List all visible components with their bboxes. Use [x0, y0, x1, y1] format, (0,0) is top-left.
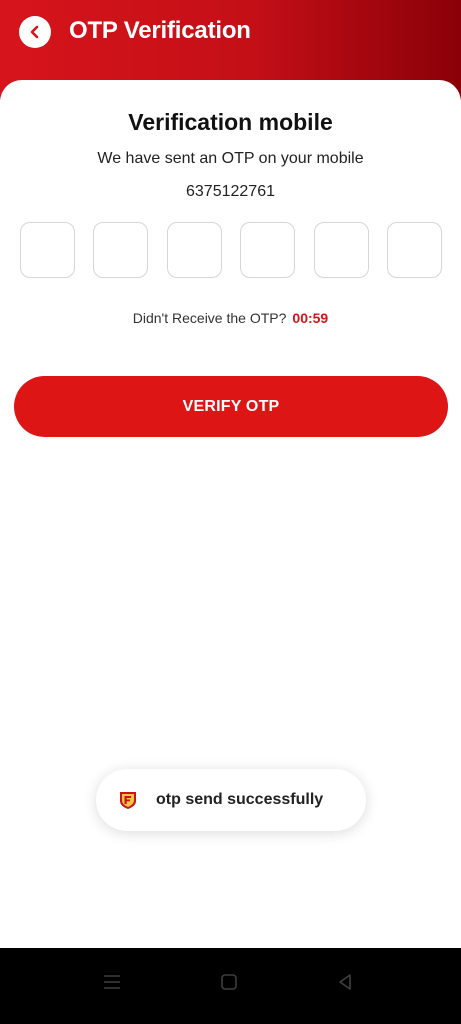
home-square-icon [221, 974, 237, 990]
otp-digit-5[interactable] [313, 222, 369, 278]
app-logo-icon [120, 792, 136, 809]
menu-icon [104, 975, 120, 989]
otp-digit-6[interactable] [386, 222, 442, 278]
nav-menu-button[interactable] [98, 968, 126, 996]
resend-timer: 00:59 [292, 310, 329, 326]
back-triangle-icon [339, 974, 351, 990]
verify-otp-button[interactable]: VERIFY OTP [14, 376, 448, 437]
toast-message: otp send successfully [156, 791, 324, 808]
nav-home-button[interactable] [215, 968, 243, 996]
toast-notification: otp send successfully [96, 769, 366, 831]
phone-number: 6375122761 [186, 183, 275, 200]
nav-back-button[interactable] [331, 968, 359, 996]
system-navbar [0, 948, 461, 1024]
otp-input-row [20, 222, 442, 278]
otp-digit-1[interactable] [20, 222, 75, 278]
page-title: OTP Verification [69, 17, 251, 44]
chevron-left-icon [30, 25, 39, 39]
otp-digit-3[interactable] [166, 222, 222, 278]
resend-label: Didn't Receive the OTP? [132, 310, 287, 326]
resend-row: Didn't Receive the OTP? 00:59 [0, 308, 461, 328]
otp-digit-4[interactable] [240, 222, 296, 278]
back-button[interactable] [19, 16, 51, 48]
verification-subtitle: We have sent an OTP on your mobile [97, 150, 364, 167]
verification-title: Verification mobile [128, 109, 333, 135]
otp-digit-2[interactable] [93, 222, 149, 278]
